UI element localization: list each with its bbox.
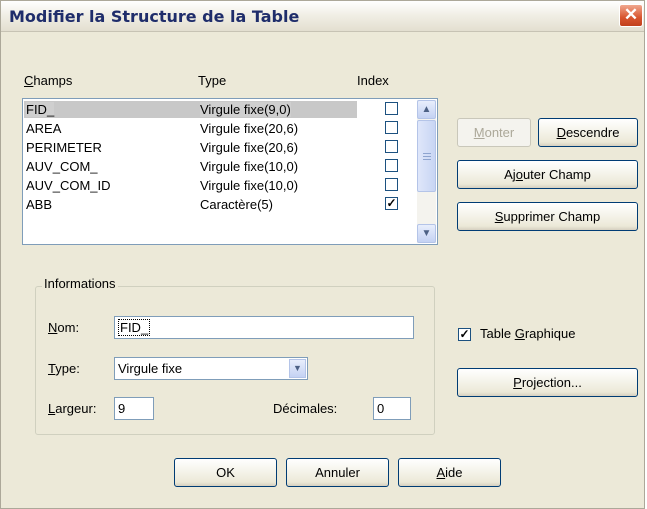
grip-line — [423, 153, 431, 154]
projection-button[interactable]: Projection... — [457, 368, 638, 397]
dialog-window: Modifier la Structure de la Table ✕ Cham… — [0, 0, 645, 509]
field-name: PERIMETER — [26, 140, 102, 155]
field-type: Virgule fixe(20,6) — [200, 121, 299, 136]
field-name: FID_ — [26, 102, 55, 117]
column-header-type: Type — [198, 73, 227, 88]
informations-legend: Informations — [42, 276, 118, 291]
move-down-button[interactable]: Descendre — [538, 118, 638, 147]
scroll-down-icon[interactable]: ▼ — [417, 224, 436, 243]
decimals-field[interactable]: 0 — [373, 397, 411, 420]
close-button[interactable]: ✕ — [619, 4, 643, 27]
field-name: ABB — [26, 197, 53, 212]
ok-button[interactable]: OK — [174, 458, 277, 487]
name-field[interactable]: FID_ — [114, 316, 414, 339]
fields-list[interactable]: FID_ Virgule fixe(9,0) AREA Virgule fixe… — [22, 98, 438, 245]
grip-line — [423, 156, 431, 157]
list-scrollbar[interactable]: ▲ ▼ — [417, 100, 436, 243]
type-select[interactable]: Virgule fixe ▼ — [114, 357, 308, 380]
field-type: Caractère(5) — [200, 197, 273, 212]
title-bar: Modifier la Structure de la Table ✕ — [1, 1, 644, 32]
decimals-label: Décimales: — [273, 401, 338, 416]
index-checkbox[interactable] — [385, 121, 398, 134]
field-type: Virgule fixe(20,6) — [200, 140, 299, 155]
chevron-down-icon[interactable]: ▼ — [289, 359, 306, 378]
type-label: Type: — [48, 361, 80, 376]
index-checkbox[interactable] — [385, 178, 398, 191]
field-row[interactable]: AUV_COM_ Virgule fixe(10,0) — [24, 158, 416, 175]
delete-field-button[interactable]: Supprimer Champ — [457, 202, 638, 231]
scroll-up-icon[interactable]: ▲ — [417, 100, 436, 119]
field-row[interactable]: PERIMETER Virgule fixe(20,6) — [24, 139, 416, 156]
index-checkbox[interactable] — [385, 159, 398, 172]
field-row[interactable]: AREA Virgule fixe(20,6) — [24, 120, 416, 137]
field-name: AUV_COM_ — [26, 159, 98, 174]
field-row[interactable]: FID_ Virgule fixe(9,0) — [24, 101, 416, 118]
move-up-button[interactable]: Monter — [457, 118, 531, 147]
dialog-title: Modifier la Structure de la Table — [9, 7, 300, 26]
field-row[interactable]: AUV_COM_ID Virgule fixe(10,0) — [24, 177, 416, 194]
selection-highlight — [24, 101, 357, 118]
index-checkbox-checked[interactable]: ✓ — [385, 197, 398, 210]
help-button[interactable]: Aide — [398, 458, 501, 487]
graphic-table-checkbox[interactable]: ✓ — [458, 328, 471, 341]
field-row[interactable]: ABB Caractère(5) ✓ — [24, 196, 416, 213]
cancel-button[interactable]: Annuler — [286, 458, 389, 487]
add-field-button[interactable]: Ajouter Champ — [457, 160, 638, 189]
field-type: Virgule fixe(10,0) — [200, 178, 299, 193]
field-name: AREA — [26, 121, 62, 136]
field-type: Virgule fixe(9,0) — [200, 102, 291, 117]
column-header-index: Index — [357, 73, 389, 88]
width-label: Largeur: — [48, 401, 97, 416]
field-type: Virgule fixe(10,0) — [200, 159, 299, 174]
graphic-table-label: Table Graphique — [480, 326, 576, 341]
width-field[interactable]: 9 — [114, 397, 154, 420]
index-checkbox[interactable] — [385, 140, 398, 153]
grip-line — [423, 159, 431, 160]
column-header-fields: Champs — [24, 73, 73, 88]
field-name: AUV_COM_ID — [26, 178, 111, 193]
scroll-thumb[interactable] — [417, 120, 436, 192]
name-label: Nom: — [48, 320, 80, 335]
index-checkbox[interactable] — [385, 102, 398, 115]
